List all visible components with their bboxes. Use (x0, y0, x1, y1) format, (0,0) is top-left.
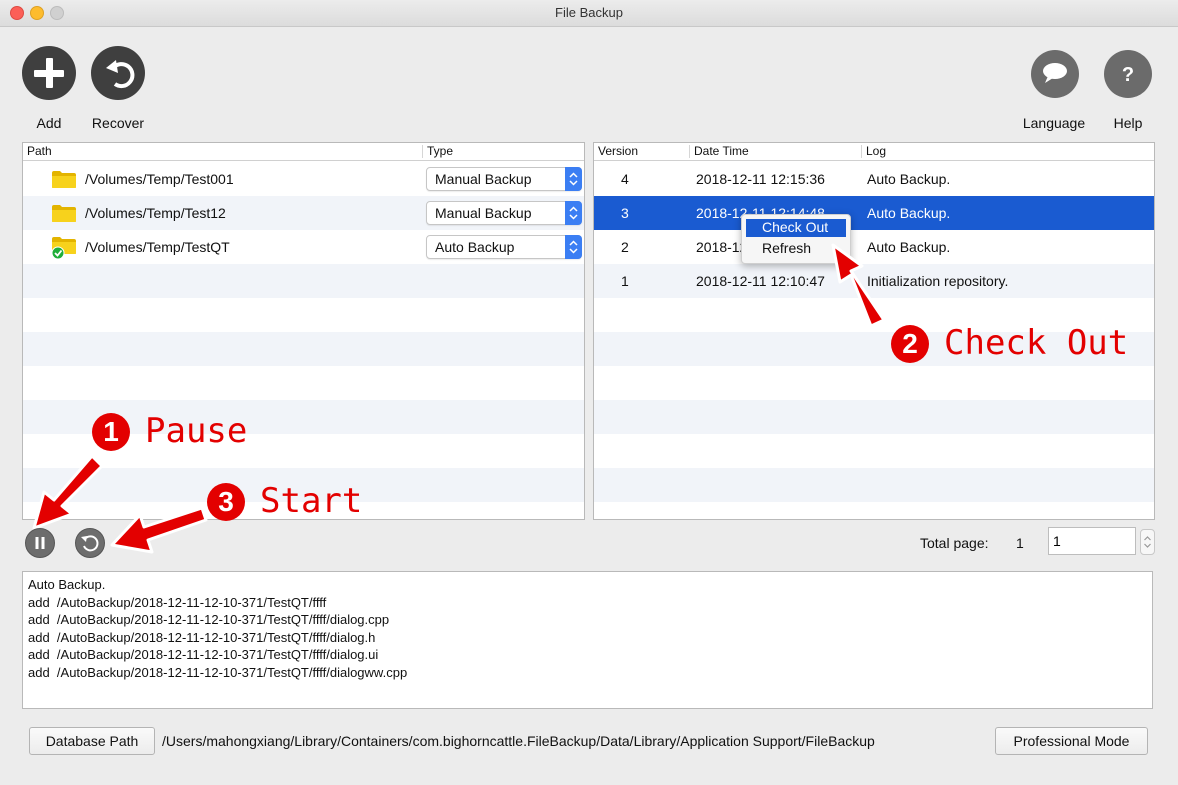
start-button[interactable] (75, 528, 105, 558)
log-line: Auto Backup. (28, 577, 106, 592)
database-path-button[interactable]: Database Path (29, 727, 155, 755)
arrow-to-pause (32, 454, 104, 530)
annotation-start: Start (260, 481, 363, 521)
pause-icon (35, 537, 45, 549)
total-page-label: Total page: (920, 535, 989, 551)
professional-mode-button[interactable]: Professional Mode (995, 727, 1148, 755)
annotation-badge-2: 2 (891, 325, 929, 363)
annotation-check-out: Check Out (944, 323, 1129, 363)
log-line: add /AutoBackup/2018-12-11-12-10-371/Tes… (28, 647, 379, 662)
arrow-to-start (110, 506, 208, 554)
arrow-to-context-menu (831, 243, 886, 328)
database-path-value: /Users/mahongxiang/Library/Containers/co… (162, 733, 875, 749)
annotation-badge-3: 3 (207, 483, 245, 521)
annotation-pause: Pause (145, 411, 248, 451)
log-line: add /AutoBackup/2018-12-11-12-10-371/Tes… (28, 612, 390, 627)
log-output[interactable]: Auto Backup. add /AutoBackup/2018-12-11-… (22, 571, 1153, 709)
pause-button[interactable] (25, 528, 55, 558)
page-number-input[interactable] (1048, 527, 1136, 555)
restart-icon (81, 535, 99, 552)
log-line: add /AutoBackup/2018-12-11-12-10-371/Tes… (28, 664, 408, 680)
annotation-badge-1: 1 (92, 413, 130, 451)
stepper-chevrons-icon (1144, 536, 1151, 548)
log-line: add /AutoBackup/2018-12-11-12-10-371/Tes… (28, 629, 376, 645)
log-line: add /AutoBackup/2018-12-11-12-10-371/Tes… (28, 594, 327, 610)
total-page-value: 1 (1016, 535, 1024, 551)
page-stepper[interactable] (1140, 529, 1155, 555)
